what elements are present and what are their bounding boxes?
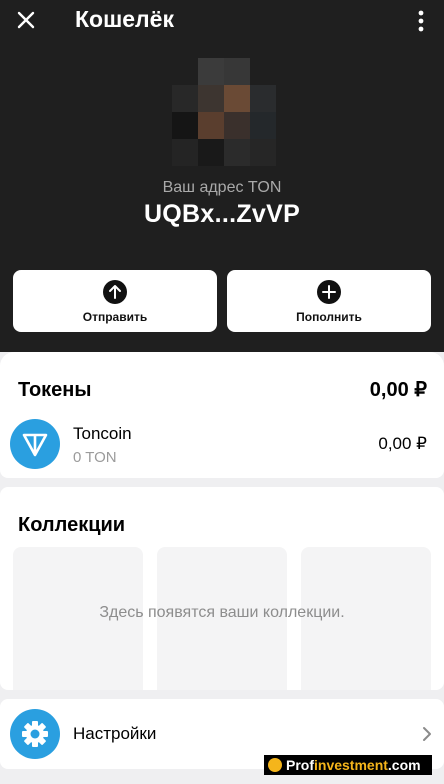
address-label: Ваш адрес TON (162, 179, 282, 196)
arrow-up-icon (103, 280, 127, 304)
ton-icon (10, 419, 60, 469)
blurred-avatar (172, 58, 276, 166)
collections-card: Коллекции Здесь появятся ваши коллекции. (0, 487, 444, 690)
token-value: 0,00 ₽ (378, 434, 427, 453)
wallet-header: Кошелёк Ваш адрес TON UQBx...ZvVP Отправ… (0, 0, 444, 352)
page-title: Кошелёк (75, 6, 174, 32)
topup-button-label: Пополнить (296, 310, 362, 324)
chevron-right-icon (423, 727, 431, 741)
close-icon[interactable] (14, 8, 38, 32)
send-button-label: Отправить (82, 310, 148, 324)
watermark-part2: investment (314, 757, 388, 773)
token-amount: 0 TON (73, 449, 117, 466)
tokens-title: Токены (18, 379, 92, 401)
list-item[interactable]: Toncoin 0 TON 0,00 ₽ (0, 412, 444, 474)
plus-icon (317, 280, 341, 304)
watermark-part1: Prof (286, 757, 314, 773)
token-name: Toncoin (73, 424, 132, 443)
top-bar: Кошелёк (0, 0, 444, 42)
coin-icon (268, 758, 282, 772)
send-button[interactable]: Отправить (13, 270, 217, 332)
tokens-total: 0,00 ₽ (369, 379, 427, 401)
wallet-address[interactable]: UQBx...ZvVP (0, 200, 444, 229)
collections-empty-message: Здесь появятся ваши коллекции. (99, 604, 345, 621)
gear-icon (10, 709, 60, 759)
settings-label: Настройки (73, 724, 157, 743)
collections-title: Коллекции (18, 514, 126, 536)
watermark-part3: .com (387, 757, 421, 773)
topup-button[interactable]: Пополнить (227, 270, 431, 332)
more-vertical-icon[interactable] (412, 9, 430, 33)
watermark: Prof investment .com (264, 755, 432, 775)
